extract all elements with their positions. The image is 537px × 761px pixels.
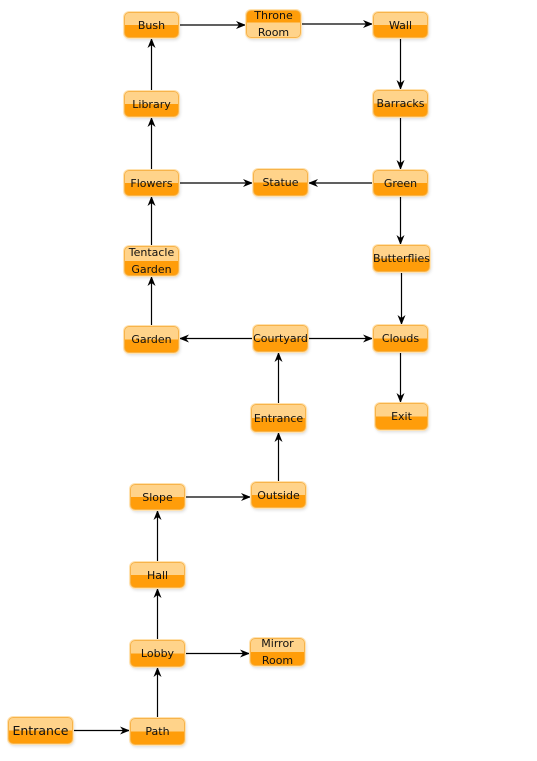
node-label: Lobby (140, 647, 175, 660)
node-label: Tentacle Garden (128, 246, 175, 276)
node-green[interactable]: Green (373, 170, 428, 196)
node-lobby[interactable]: Lobby (130, 640, 185, 667)
node-outside[interactable]: Outside (251, 482, 306, 508)
node-slope[interactable]: Slope (130, 484, 185, 510)
node-label: Bush (137, 18, 166, 32)
node-hall[interactable]: Hall (130, 562, 185, 588)
node-tentacle[interactable]: Tentacle Garden (124, 246, 179, 276)
node-barracks[interactable]: Barracks (373, 90, 428, 117)
node-label: Wall (388, 18, 413, 32)
node-library[interactable]: Library (124, 91, 179, 117)
node-label: Barracks (376, 97, 425, 110)
node-bush[interactable]: Bush (124, 12, 179, 38)
node-label: Mirror Room (261, 637, 294, 667)
node-label: Throne Room (254, 9, 293, 39)
node-wall[interactable]: Wall (373, 12, 428, 38)
node-label: Path (145, 725, 170, 738)
node-label: Green (383, 176, 418, 190)
node-entrance-inner[interactable]: Entrance (251, 404, 306, 432)
node-throne[interactable]: Throne Room (246, 9, 301, 39)
node-label: Entrance (12, 723, 69, 738)
node-entrance-start[interactable]: Entrance (8, 717, 73, 744)
node-mirror[interactable]: Mirror Room (250, 637, 305, 667)
node-label: Exit (391, 410, 412, 423)
node-label: Entrance (253, 411, 304, 425)
node-label: Hall (146, 568, 169, 582)
node-label: Butterflies (373, 252, 430, 265)
node-label: Slope (142, 490, 173, 504)
node-label: Flowers (130, 176, 173, 190)
node-label: Courtyard (253, 332, 308, 345)
node-statue[interactable]: Statue (253, 169, 308, 196)
node-garden[interactable]: Garden (124, 326, 179, 353)
node-label: Garden (131, 333, 172, 346)
node-clouds[interactable]: Clouds (373, 325, 428, 352)
node-label: Outside (257, 488, 300, 502)
node-flowers[interactable]: Flowers (124, 170, 179, 196)
node-label: Clouds (381, 332, 420, 345)
node-courtyard[interactable]: Courtyard (253, 325, 308, 352)
node-path[interactable]: Path (130, 718, 185, 745)
node-label: Library (132, 97, 171, 111)
node-label: Statue (262, 176, 299, 189)
node-butterflies[interactable]: Butterflies (373, 245, 430, 272)
node-exit[interactable]: Exit (375, 403, 428, 430)
